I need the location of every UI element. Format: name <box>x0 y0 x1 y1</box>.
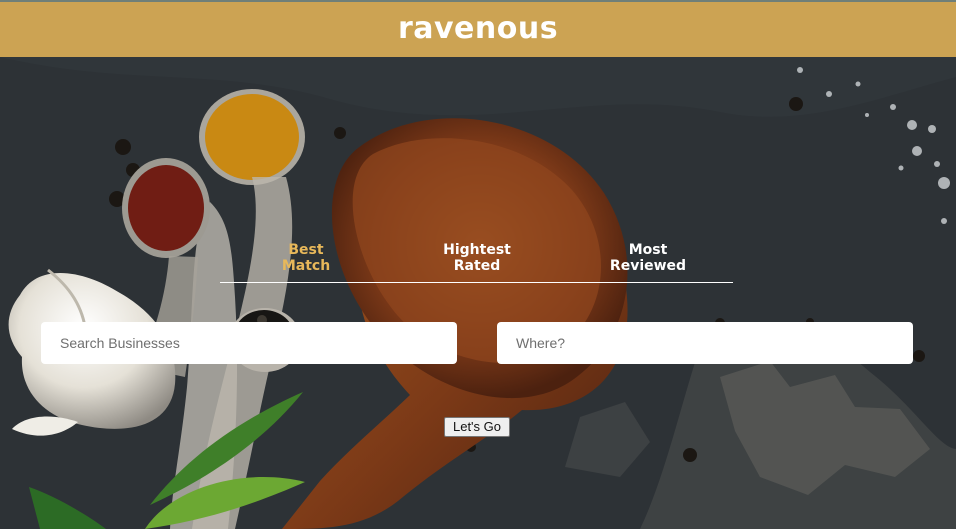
tab-most-reviewed[interactable]: Most Reviewed <box>588 242 708 276</box>
location-search-input[interactable] <box>497 322 913 364</box>
ravenous-logo: ravenous <box>397 11 559 46</box>
ravenous-page: ravenous Best Match Hightest Rated Most … <box>0 0 956 529</box>
highest-rated-label-line-1: Hightest <box>443 242 511 258</box>
tab-highest-rated[interactable]: Hightest Rated <box>417 242 537 276</box>
business-search-form <box>41 322 913 364</box>
business-search-input[interactable] <box>41 322 457 364</box>
hero-search-section: Best Match Hightest Rated Most Reviewed … <box>0 57 956 529</box>
highest-rated-label-line-2: Rated <box>453 258 501 274</box>
site-header: ravenous <box>0 0 956 57</box>
best-match-label-line-2: Match <box>281 258 331 274</box>
tab-best-match[interactable]: Best Match <box>246 242 366 276</box>
most-reviewed-label-line-2: Reviewed <box>609 258 687 274</box>
lets-go-button[interactable]: Let's Go <box>444 417 510 437</box>
best-match-label-line-1: Best <box>288 242 324 258</box>
sort-tabs: Best Match Hightest Rated Most Reviewed <box>220 241 733 283</box>
most-reviewed-label-line-1: Most <box>628 242 668 258</box>
spices-background-image <box>0 57 956 529</box>
